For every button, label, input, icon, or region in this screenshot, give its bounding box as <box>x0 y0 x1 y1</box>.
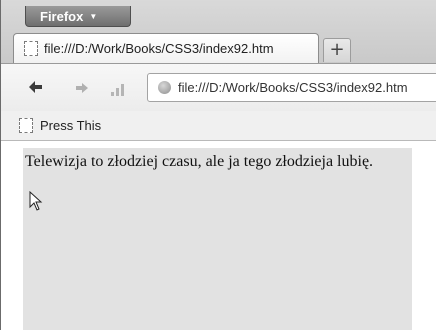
navigation-toolbar: file:///D:/Work/Books/CSS3/index92.htm <box>1 63 436 111</box>
globe-icon <box>158 81 171 94</box>
forward-arrow-glyph <box>76 83 88 93</box>
back-arrow-icon[interactable] <box>27 79 43 99</box>
forward-arrow-icon[interactable] <box>75 79 89 99</box>
address-bar[interactable]: file:///D:/Work/Books/CSS3/index92.htm <box>147 73 436 102</box>
browser-window: Firefox ▼ file:///D:/Work/Books/CSS3/ind… <box>0 0 436 330</box>
title-bar: Firefox ▼ file:///D:/Work/Books/CSS3/ind… <box>1 0 436 64</box>
chevron-down-icon: ▼ <box>89 11 98 21</box>
bookmark-press-this[interactable]: Press This <box>40 118 101 133</box>
mouse-cursor-icon <box>29 191 43 211</box>
blank-page-icon <box>24 41 38 56</box>
tab-index92[interactable]: file:///D:/Work/Books/CSS3/index92.htm <box>13 33 319 63</box>
content-box: Telewizja to złodziej czasu, ale ja tego… <box>23 148 412 330</box>
tab-label: file:///D:/Work/Books/CSS3/index92.htm <box>44 41 274 56</box>
bookmarks-toolbar: Press This <box>1 111 436 141</box>
blank-page-icon <box>19 118 33 133</box>
back-arrow-glyph <box>29 81 42 93</box>
url-text: file:///D:/Work/Books/CSS3/index92.htm <box>178 80 408 95</box>
new-tab-button[interactable]: + <box>323 38 351 62</box>
firefox-menu-label: Firefox <box>40 8 84 24</box>
page-text: Telewizja to złodziej czasu, ale ja tego… <box>25 153 374 170</box>
page-content: Telewizja to złodziej czasu, ale ja tego… <box>1 141 436 330</box>
firefox-menu-button[interactable]: Firefox ▼ <box>25 6 131 27</box>
signal-bars-icon <box>111 82 127 96</box>
